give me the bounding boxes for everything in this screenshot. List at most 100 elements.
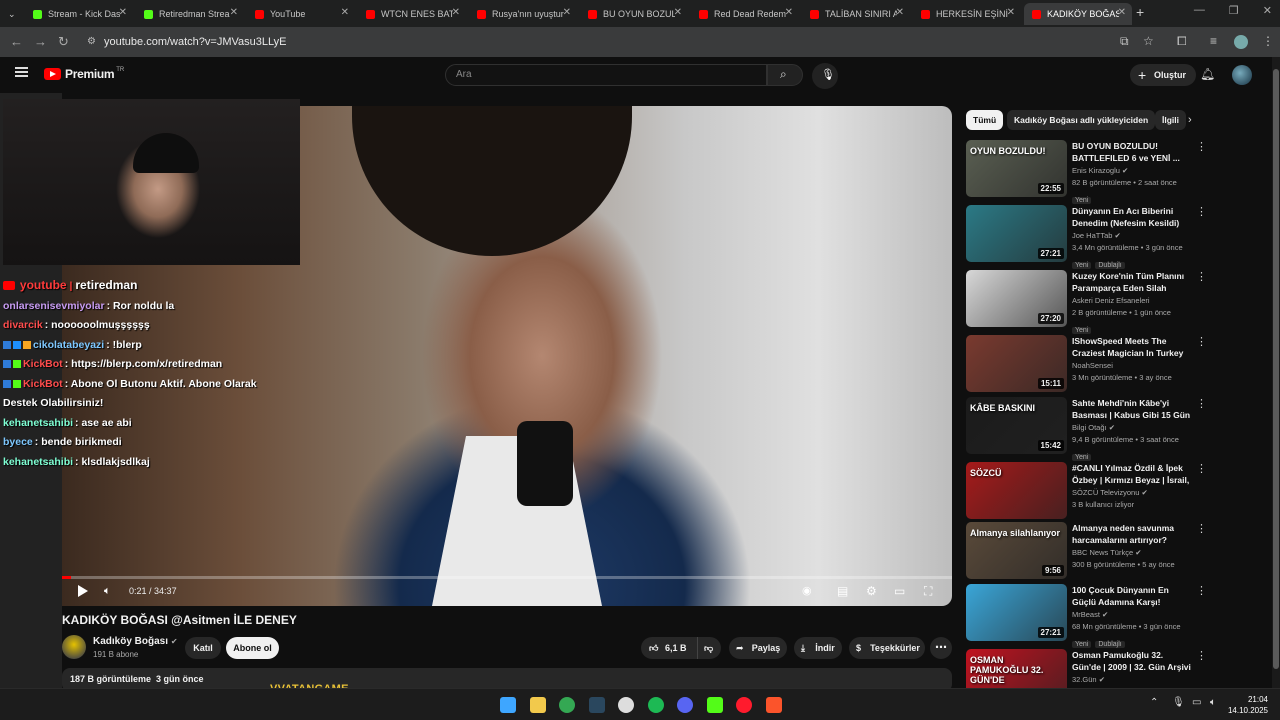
tab-close-icon[interactable]: ✕ [452,7,460,18]
browser-tab[interactable]: Retiredman Strea ✕ [136,3,244,25]
forward-icon[interactable]: → [34,34,47,49]
tab-close-icon[interactable]: ✕ [674,7,682,18]
tab-close-icon[interactable]: ✕ [896,7,904,18]
like-button[interactable]: 👍︎ 6,1 B 👎︎ [641,637,721,659]
taskbar-clock[interactable]: 21:04 14.10.2025 [1228,694,1268,716]
subtitles-icon[interactable]: ▤ [837,584,848,598]
channel-avatar[interactable] [62,635,86,659]
autoplay-toggle-icon[interactable]: ◉ [802,584,812,597]
theater-mode-icon[interactable]: ▭ [894,584,905,598]
new-tab-button[interactable]: + [1136,4,1144,20]
recommended-title[interactable]: Osman Pamukoğlu 32. Gün'de | 2009 | 32. … [1072,649,1194,673]
recommended-channel[interactable]: Enis Kirazoglu ✔ [1072,166,1128,175]
tab-close-icon[interactable]: ✕ [1118,7,1126,18]
thanks-button[interactable]: $ Teşekkürler [849,637,925,659]
more-options-icon[interactable]: ⋮ [1196,649,1207,662]
browser-menu-icon[interactable]: ⋮ [1262,34,1274,48]
browser-tab[interactable]: Red Dead Redemp ✕ [691,3,799,25]
recommended-title[interactable]: BU OYUN BOZULDU! BATTLEFILED 6 ve YENİ .… [1072,140,1194,164]
video-thumbnail[interactable]: 15:11 [966,335,1067,392]
hamburger-menu-icon[interactable] [15,67,28,77]
browser-tab[interactable]: TALİBAN SINIRI A ✕ [802,3,910,25]
url-field[interactable]: ⚙ youtube.com/watch?v=JMVasu3LLyE [84,31,1084,53]
recommended-channel[interactable]: SÖZCÜ Televizyonu ✔ [1072,488,1148,497]
recommended-channel[interactable]: 32.Gün ✔ [1072,675,1105,684]
recommended-channel[interactable]: MrBeast ✔ [1072,610,1108,619]
youtube-premium-logo[interactable]: Premium TR [44,67,124,81]
more-options-icon[interactable]: ⋮ [1196,462,1207,475]
tray-speaker-icon[interactable]: 🔈︎ [1210,697,1216,708]
more-options-icon[interactable]: ⋮ [1196,397,1207,410]
recommended-video[interactable]: OYUN BOZULDU! 22:55 BU OYUN BOZULDU! BATTL… [966,140,1216,204]
video-thumbnail[interactable]: SÖZCÜ [966,462,1067,519]
search-input[interactable]: Ara [445,64,767,86]
subscribe-button[interactable]: Abone ol [226,637,279,659]
recommended-title[interactable]: Kuzey Kore'nin Tüm Planını Paramparça Ed… [1072,270,1194,294]
video-thumbnail[interactable]: 27:20 [966,270,1067,327]
dislike-button[interactable]: 👎︎ [697,637,713,659]
account-avatar[interactable] [1232,65,1252,85]
create-button[interactable]: + Oluştur [1130,64,1197,86]
channel-name[interactable]: Kadıköy Boğası ✔ [93,636,178,647]
recommended-video[interactable]: SÖZCÜ #CANLI Yılmaz Özdil & İpek Özbey | … [966,462,1216,520]
recommended-video[interactable]: KÂBE BASKINI 15:42 Sahte Mehdi'nin Kâbe'yi… [966,397,1216,461]
recommended-channel[interactable]: Joe HaTTab ✔ [1072,231,1121,240]
recommended-video[interactable]: 15:11 IShowSpeed Meets The Craziest Magic… [966,335,1216,393]
recommended-title[interactable]: Sahte Mehdi'nin Kâbe'yi Basması | Kabus … [1072,397,1194,421]
spotify-icon[interactable] [647,697,664,713]
opera-icon[interactable] [736,697,752,713]
kick-icon[interactable] [706,697,723,713]
filter-chip[interactable]: Tümü [966,110,1004,130]
tray-display-icon[interactable]: ▭ [1192,697,1201,708]
recommended-video[interactable]: 27:21 Dünyanın En Acı Biberini Denedim (N… [966,205,1216,269]
browser-tab[interactable]: BU OYUN BOZULD✕ [580,3,688,25]
browser-tab[interactable]: Stream - Kick Das ✕ [25,3,133,25]
notifications-bell-icon[interactable]: 🔔︎ [1200,67,1215,81]
tab-close-icon[interactable]: ✕ [119,7,127,18]
chevron-right-icon[interactable]: › [1188,114,1192,126]
maximize-icon[interactable]: ❐ [1229,4,1239,17]
video-thumbnail[interactable]: Almanya silahlanıyor 9:56 [966,522,1067,579]
steam-icon[interactable] [588,697,605,713]
close-icon[interactable]: ✕ [1263,4,1272,17]
recommended-video[interactable]: 27:20 Kuzey Kore'nin Tüm Planını Parampar… [966,270,1216,334]
tray-overflow-icon[interactable]: ⌃ [1150,697,1158,708]
reading-list-icon[interactable]: ≡ [1210,34,1217,48]
install-app-icon[interactable]: ⧉ [1120,34,1129,49]
play-icon[interactable] [78,585,88,597]
fullscreen-icon[interactable]: ⛶ [924,584,932,599]
more-options-icon[interactable]: ⋮ [1196,584,1207,597]
join-button[interactable]: Katıl [185,637,221,659]
video-progress-bar[interactable] [62,576,952,579]
browser-tab[interactable]: KADIKÖY BOĞASI ✕ [1024,3,1132,25]
video-thumbnail[interactable]: KÂBE BASKINI 15:42 [966,397,1067,454]
more-actions-button[interactable]: ⋯ [930,637,952,659]
recommended-title[interactable]: IShowSpeed Meets The Craziest Magician I… [1072,335,1194,359]
windows-start-icon[interactable] [500,697,516,713]
scrollbar-thumb[interactable] [1273,69,1279,669]
recommended-channel[interactable]: Askeri Deniz Efsaneleri [1072,296,1150,305]
minimize-icon[interactable]: — [1194,4,1205,17]
more-options-icon[interactable]: ⋮ [1196,335,1207,348]
recommended-channel[interactable]: BBC News Türkçe ✔ [1072,548,1142,557]
chrome-icon[interactable] [559,697,575,713]
reload-icon[interactable]: ↻ [58,34,69,50]
bookmark-star-icon[interactable]: ☆ [1143,34,1154,48]
tab-close-icon[interactable]: ✕ [563,7,571,18]
tray-microphone-icon[interactable]: 🎙 [1172,697,1185,708]
discord-icon[interactable] [677,697,693,713]
back-icon[interactable]: ← [10,34,23,49]
recommended-channel[interactable]: NoahSensei [1072,361,1113,370]
more-options-icon[interactable]: ⋮ [1196,140,1207,153]
volume-icon[interactable]: 🔈︎ [104,585,111,598]
tab-close-icon[interactable]: ✕ [230,7,238,18]
recommended-title[interactable]: Almanya neden savunma harcamalarını artı… [1072,522,1194,546]
tab-close-icon[interactable]: ✕ [785,7,793,18]
recommended-title[interactable]: #CANLI Yılmaz Özdil & İpek Özbey | Kırmı… [1072,462,1194,486]
filter-chip[interactable]: Kadıköy Boğası adlı yükleyiciden [1007,110,1156,130]
brave-icon[interactable] [765,697,782,713]
more-options-icon[interactable]: ⋮ [1196,205,1207,218]
page-scrollbar[interactable] [1272,57,1280,688]
tab-close-icon[interactable]: ✕ [1007,7,1015,18]
recommended-video[interactable]: 27:21 100 Çocuk Dünyanın En Güçlü Adamına… [966,584,1216,648]
